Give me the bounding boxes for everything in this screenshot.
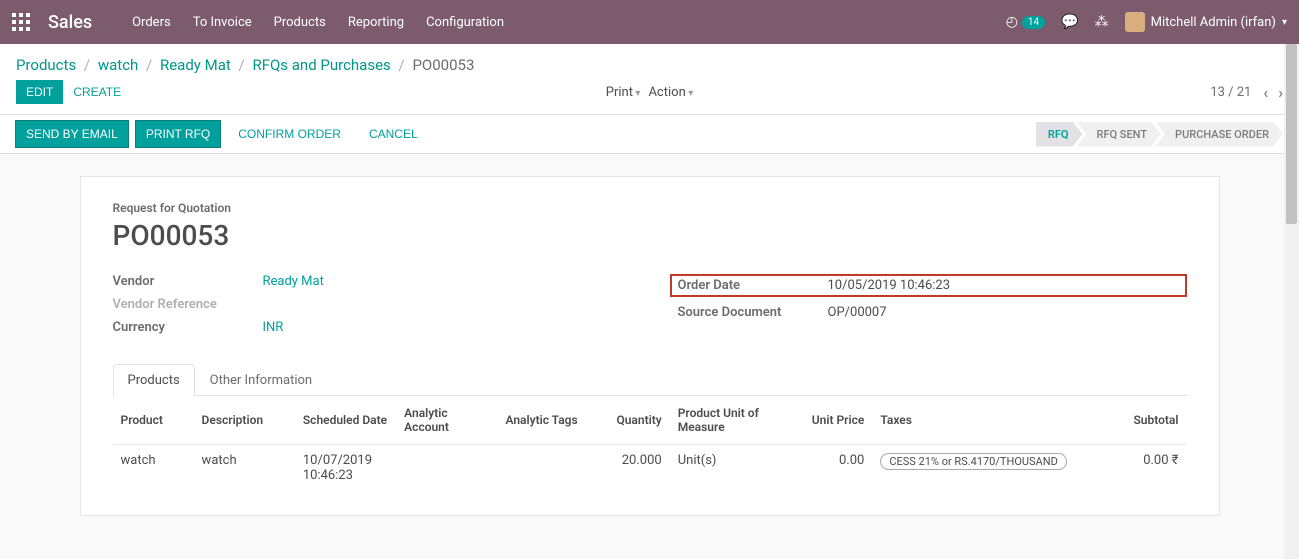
- create-button[interactable]: Create: [63, 80, 131, 104]
- order-date-label: Order Date: [678, 278, 828, 293]
- sheet-title: PO00053: [113, 219, 1187, 252]
- pager-next[interactable]: ›: [1278, 83, 1283, 102]
- stage-purchase-order[interactable]: Purchase Order: [1155, 122, 1283, 147]
- action-bar: Send by Email Print RFQ Confirm Order Ca…: [0, 115, 1299, 154]
- cancel-button[interactable]: Cancel: [359, 121, 428, 147]
- th-analytic-account[interactable]: Analytic Account: [396, 396, 497, 445]
- nav-right: ◴ 14 💬 ⁂ Mitchell Admin (irfan) ▾: [1006, 12, 1287, 32]
- table-row[interactable]: watch watch 10/07/2019 10:46:23 20.000 U…: [113, 445, 1187, 492]
- table-header-row: Product Description Scheduled Date Analy…: [113, 396, 1187, 445]
- chat-icon[interactable]: 💬: [1061, 14, 1078, 30]
- fields-right: Order Date 10/05/2019 10:46:23 Source Do…: [670, 270, 1187, 339]
- action-dropdown[interactable]: Action: [648, 85, 693, 100]
- th-analytic-tags[interactable]: Analytic Tags: [497, 396, 588, 445]
- breadcrumb: Products / watch / Ready Mat / RFQs and …: [0, 44, 1299, 76]
- vendor-value[interactable]: Ready Mat: [263, 274, 324, 289]
- pager: 13 / 21 ‹ ›: [1210, 83, 1283, 102]
- breadcrumb-products[interactable]: Products: [16, 56, 76, 74]
- user-name: Mitchell Admin (irfan): [1151, 15, 1276, 30]
- th-description[interactable]: Description: [194, 396, 295, 445]
- tabs: Products Other Information: [113, 363, 1187, 396]
- th-scheduled[interactable]: Scheduled Date: [295, 396, 396, 445]
- print-dropdown[interactable]: Print: [606, 85, 641, 100]
- order-date-highlight: Order Date 10/05/2019 10:46:23: [670, 274, 1187, 297]
- chevron-down-icon: ▾: [1282, 17, 1287, 28]
- fields-left: Vendor Ready Mat Vendor Reference Curren…: [113, 270, 630, 339]
- source-doc-value: OP/00007: [828, 305, 887, 320]
- control-area: Products / watch / Ready Mat / RFQs and …: [0, 44, 1299, 115]
- apps-icon[interactable]: [12, 13, 30, 31]
- confirm-order-button[interactable]: Confirm Order: [228, 121, 351, 147]
- breadcrumb-rfqs[interactable]: RFQs and Purchases: [252, 56, 390, 74]
- edit-button[interactable]: Edit: [16, 80, 63, 104]
- pager-count: 13 / 21: [1210, 85, 1251, 100]
- cell-description: watch: [194, 445, 295, 492]
- nav-products[interactable]: Products: [274, 15, 326, 30]
- notification-badge[interactable]: ◴ 14: [1006, 14, 1045, 30]
- sheet-subtitle: Request for Quotation: [113, 201, 1187, 215]
- cell-product: watch: [113, 445, 194, 492]
- th-quantity[interactable]: Quantity: [589, 396, 670, 445]
- th-uom[interactable]: Product Unit of Measure: [670, 396, 802, 445]
- user-menu[interactable]: Mitchell Admin (irfan) ▾: [1125, 12, 1287, 32]
- stage-rfq[interactable]: RFQ: [1036, 122, 1083, 147]
- nav-to-invoice[interactable]: To Invoice: [193, 15, 252, 30]
- th-taxes[interactable]: Taxes: [872, 396, 1105, 445]
- order-date-value: 10/05/2019 10:46:23: [828, 278, 951, 293]
- scrollbar-thumb[interactable]: [1286, 44, 1297, 224]
- cell-subtotal: 0.00 ₹: [1105, 445, 1186, 492]
- cell-scheduled: 10/07/2019 10:46:23: [295, 445, 396, 492]
- source-doc-label: Source Document: [678, 305, 828, 320]
- currency-label: Currency: [113, 320, 263, 335]
- nav-links: Orders To Invoice Products Reporting Con…: [132, 15, 504, 30]
- cell-unit-price: 0.00: [801, 445, 872, 492]
- breadcrumb-watch[interactable]: watch: [98, 56, 138, 74]
- vendor-ref-label: Vendor Reference: [113, 297, 263, 312]
- cell-analytic-account: [396, 445, 497, 492]
- cell-taxes: CESS 21% or RS.4170/THOUSAND: [872, 445, 1105, 492]
- cell-uom: Unit(s): [670, 445, 802, 492]
- nav-reporting[interactable]: Reporting: [348, 15, 404, 30]
- tax-badge: CESS 21% or RS.4170/THOUSAND: [880, 453, 1066, 470]
- send-email-button[interactable]: Send by Email: [16, 121, 128, 147]
- scrollbar[interactable]: [1284, 44, 1299, 559]
- stage-bar: RFQ RFQ Sent Purchase Order: [1036, 122, 1283, 147]
- th-product[interactable]: Product: [113, 396, 194, 445]
- form-sheet: Request for Quotation PO00053 Vendor Rea…: [80, 176, 1220, 516]
- print-rfq-button[interactable]: Print RFQ: [136, 121, 220, 147]
- notification-count: 14: [1022, 16, 1045, 29]
- bug-icon[interactable]: ⁂: [1095, 14, 1109, 30]
- th-unit-price[interactable]: Unit Price: [801, 396, 872, 445]
- cell-qty: 20.000: [589, 445, 670, 492]
- breadcrumb-current: PO00053: [412, 56, 474, 74]
- vendor-label: Vendor: [113, 274, 263, 289]
- currency-value[interactable]: INR: [263, 320, 284, 335]
- stage-rfq-sent[interactable]: RFQ Sent: [1077, 122, 1162, 147]
- nav-configuration[interactable]: Configuration: [426, 15, 504, 30]
- tab-other-info[interactable]: Other Information: [195, 364, 327, 396]
- cell-analytic-tags: [497, 445, 588, 492]
- top-nav: Sales Orders To Invoice Products Reporti…: [0, 0, 1299, 44]
- pager-prev[interactable]: ‹: [1263, 83, 1268, 102]
- nav-orders[interactable]: Orders: [132, 15, 171, 30]
- tab-products[interactable]: Products: [113, 364, 195, 396]
- breadcrumb-ready-mat[interactable]: Ready Mat: [160, 56, 231, 74]
- avatar: [1125, 12, 1145, 32]
- clock-icon: ◴: [1006, 14, 1018, 30]
- order-lines-table: Product Description Scheduled Date Analy…: [113, 396, 1187, 491]
- th-subtotal[interactable]: Subtotal: [1105, 396, 1186, 445]
- brand[interactable]: Sales: [48, 12, 92, 33]
